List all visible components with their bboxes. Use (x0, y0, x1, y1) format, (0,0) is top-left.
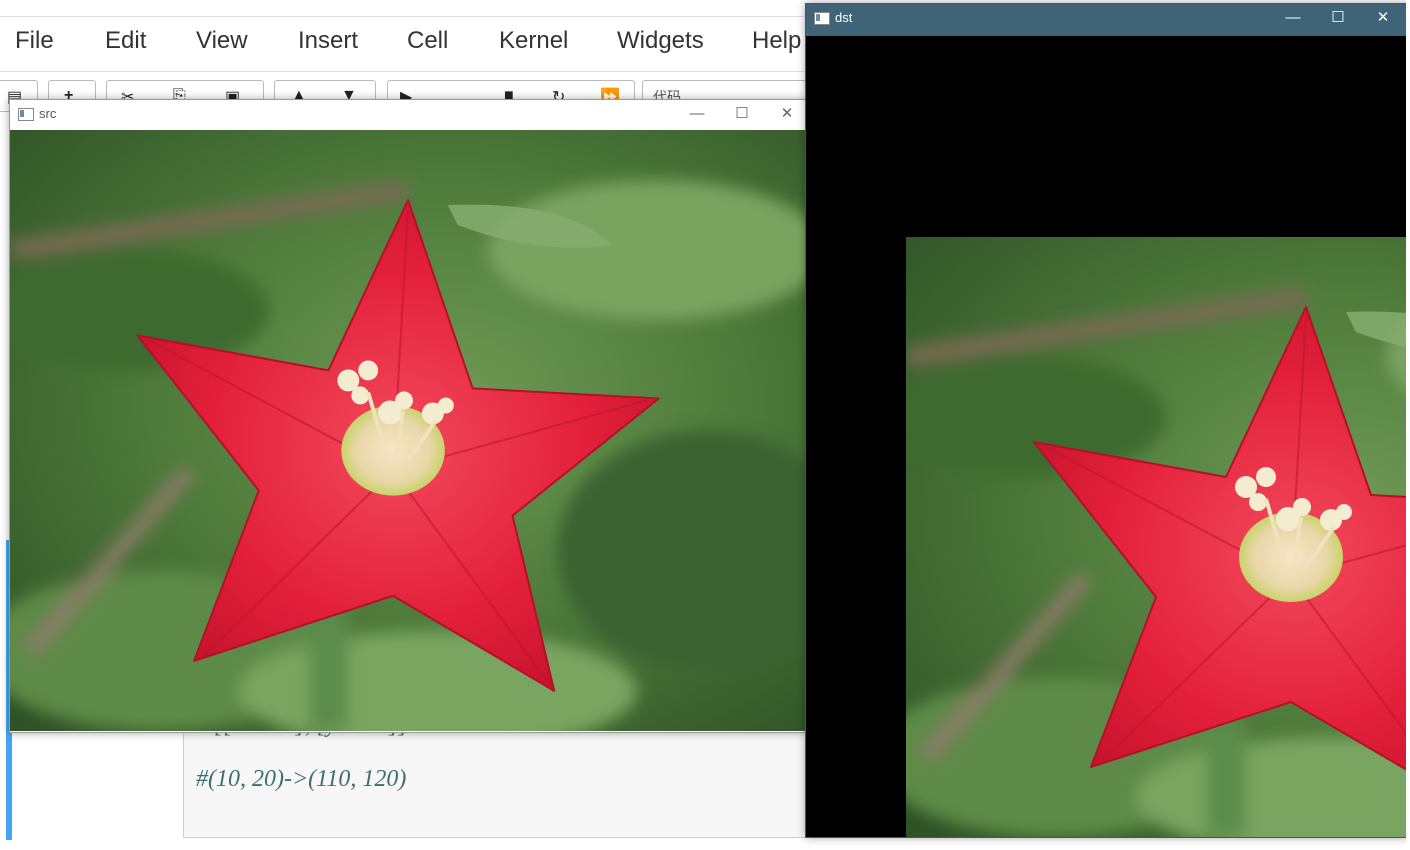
dst-titlebar[interactable]: dst — ☐ ✕ (806, 4, 1408, 36)
menu-kernel[interactable]: Kernel (499, 27, 568, 55)
close-icon[interactable]: ✕ (764, 100, 810, 130)
right-edge (1406, 0, 1410, 850)
menu-insert[interactable]: Insert (298, 27, 358, 55)
window-app-icon (18, 108, 34, 121)
dst-translated-image (906, 237, 1408, 837)
maximize-icon[interactable]: ☐ (1315, 4, 1361, 34)
menu-widgets[interactable]: Widgets (617, 27, 704, 55)
window-app-icon (814, 12, 830, 25)
menu-help[interactable]: Help (752, 27, 801, 55)
dst-window[interactable]: dst — ☐ ✕ (805, 3, 1409, 838)
menu-edit[interactable]: Edit (105, 27, 146, 55)
src-window-title: src (39, 106, 57, 121)
minimize-icon[interactable]: — (674, 100, 720, 130)
dst-window-title: dst (835, 10, 853, 25)
src-image (10, 130, 806, 731)
close-icon[interactable]: ✕ (1360, 4, 1406, 34)
menu-file[interactable]: File (15, 27, 54, 55)
maximize-icon[interactable]: ☐ (719, 100, 765, 130)
code-comment-line: #(10, 20)->(110, 120) (196, 766, 407, 792)
menu-cell[interactable]: Cell (407, 27, 448, 55)
minimize-icon[interactable]: — (1270, 4, 1316, 34)
src-titlebar[interactable]: src — ☐ ✕ (10, 100, 806, 130)
menu-view[interactable]: View (196, 27, 248, 55)
src-window[interactable]: src — ☐ ✕ (9, 99, 807, 733)
